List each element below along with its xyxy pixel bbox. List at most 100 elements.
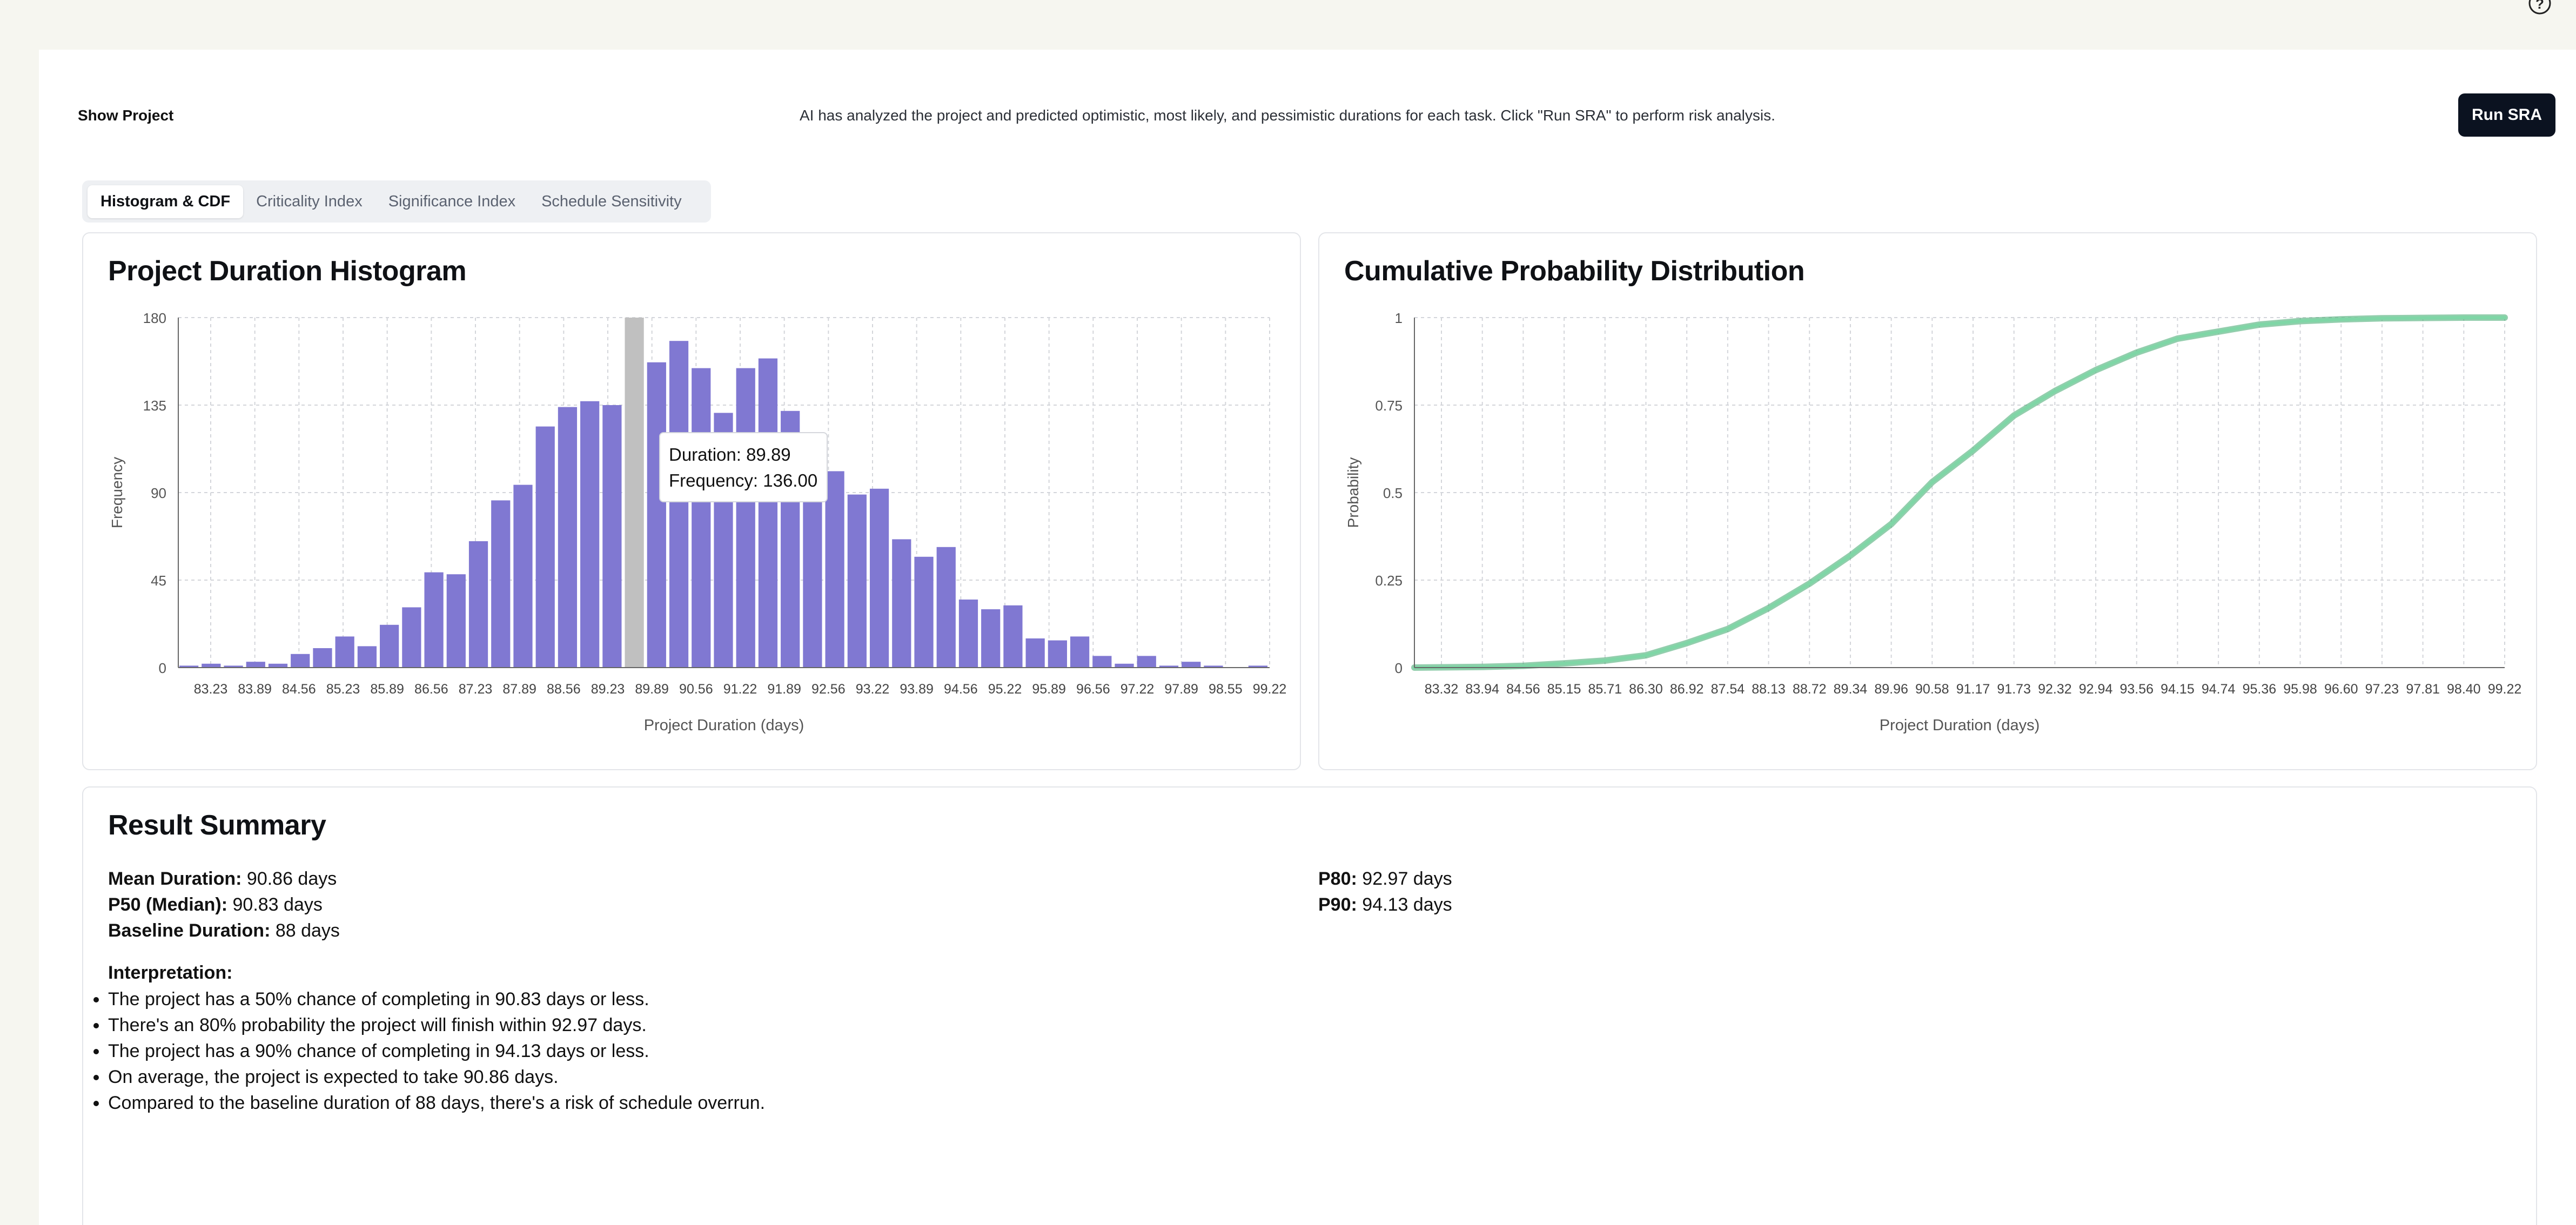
histogram-bar — [758, 358, 778, 668]
cdf-point — [2339, 318, 2343, 321]
histogram-bar — [424, 572, 444, 668]
x-tick-label: 88.56 — [547, 682, 581, 697]
tab-schedule-sensitivity[interactable]: Schedule Sensitivity — [528, 185, 695, 218]
cdf-point — [1848, 554, 1852, 557]
y-axis-title: Frequency — [109, 457, 125, 528]
cdf-point — [2257, 322, 2261, 326]
list-item: There's an 80% probability the project w… — [108, 1012, 765, 1038]
y-tick-label: 0.75 — [1375, 398, 1403, 414]
x-tick-label: 98.55 — [1209, 682, 1243, 697]
y-tick-label: 0.5 — [1383, 485, 1403, 501]
cdf-point — [1603, 659, 1607, 663]
x-tick-label: 83.32 — [1425, 682, 1459, 697]
histogram-bar — [202, 663, 221, 668]
histogram-bar — [1048, 640, 1067, 668]
interpretation-list: The project has a 50% chance of completi… — [108, 986, 765, 1116]
x-tick-label: 93.22 — [856, 682, 890, 697]
histogram-bar — [625, 318, 644, 668]
x-tick-label: 90.56 — [679, 682, 713, 697]
x-tick-label: 93.89 — [900, 682, 934, 697]
y-tick-label: 0 — [1395, 660, 1403, 676]
histogram-bar — [268, 663, 288, 668]
list-item: The project has a 50% chance of completi… — [108, 986, 765, 1012]
histogram-bar — [869, 488, 889, 668]
histogram-bar — [736, 368, 755, 668]
chart-tooltip: Duration: 89.89 Frequency: 136.00 — [659, 432, 828, 502]
x-tick-label: 97.23 — [2365, 682, 2399, 697]
x-tick-label: 95.89 — [1032, 682, 1066, 697]
x-tick-label: 95.36 — [2243, 682, 2277, 697]
x-tick-label: 88.13 — [1752, 682, 1786, 697]
x-tick-label: 83.94 — [1465, 682, 1499, 697]
run-sra-button[interactable]: Run SRA — [2458, 93, 2555, 137]
x-tick-label: 92.94 — [2079, 682, 2113, 697]
histogram-bar — [291, 654, 310, 668]
cdf-chart: 0 0.25 0.5 0.75 1 83.32 83.94 84.56 85.15 85.71 86… — [1345, 310, 2522, 734]
cdf-point — [1889, 522, 1893, 526]
histogram-bar — [335, 636, 354, 668]
ai-analysis-message: AI has analyzed the project and predicte… — [800, 107, 1775, 124]
histogram-bar — [892, 539, 911, 668]
x-tick-label: 97.22 — [1121, 682, 1155, 697]
cdf-point — [2053, 389, 2057, 393]
histogram-bar — [1092, 656, 1112, 668]
x-tick-label: 88.72 — [1793, 682, 1827, 697]
help-circle-icon[interactable]: ? — [2527, 0, 2552, 15]
x-tick-label: 85.15 — [1547, 682, 1581, 697]
tooltip-duration: Duration: 89.89 — [669, 445, 791, 465]
histogram-bar — [357, 646, 377, 668]
histogram-bar — [825, 471, 844, 668]
x-axis-title: Project Duration (days) — [1880, 717, 2040, 734]
svg-text:?: ? — [2535, 0, 2544, 12]
histogram-bar — [692, 368, 711, 668]
cdf-point — [1971, 449, 1975, 453]
cdf-point — [1930, 480, 1934, 484]
histogram-bar — [1115, 663, 1134, 668]
histogram-bar — [535, 426, 555, 668]
x-tick-label: 99.22 — [2488, 682, 2522, 697]
histogram-bar — [380, 624, 399, 668]
y-tick-label: 0.25 — [1375, 573, 1403, 589]
list-item: Compared to the baseline duration of 88 … — [108, 1090, 765, 1116]
y-tick-label: 90 — [151, 485, 166, 501]
cdf-point — [2176, 336, 2179, 340]
histogram-bar — [402, 607, 421, 668]
histogram-bar — [981, 609, 1001, 668]
x-tick-label: 90.58 — [1915, 682, 1949, 697]
y-tick-label: 180 — [143, 310, 166, 326]
x-axis-title: Project Duration (days) — [644, 717, 804, 734]
cdf-point — [1521, 664, 1525, 668]
y-tick-label: 0 — [159, 660, 166, 676]
x-tick-label: 89.34 — [1834, 682, 1868, 697]
histogram-bar — [958, 600, 978, 668]
x-tick-label: 87.89 — [502, 682, 536, 697]
cdf-point — [2217, 329, 2221, 333]
p50-median: P50 (Median): 90.83 days — [108, 894, 323, 915]
y-axis-title: Probability — [1345, 457, 1361, 528]
cdf-point — [2462, 316, 2466, 319]
histogram-bar — [602, 405, 622, 668]
tab-histogram-cdf[interactable]: Histogram & CDF — [88, 185, 244, 218]
histogram-bar — [669, 341, 689, 668]
histogram-bar — [580, 401, 600, 668]
p90-value: P90: 94.13 days — [1318, 894, 1452, 915]
cdf-point — [2135, 351, 2138, 354]
x-tick-label: 98.40 — [2447, 682, 2481, 697]
summary-title: Result Summary — [108, 810, 326, 841]
histogram-bar — [513, 484, 533, 668]
show-project-link[interactable]: Show Project — [78, 107, 173, 124]
tab-criticality-index[interactable]: Criticality Index — [243, 185, 375, 218]
x-tick-label: 97.81 — [2406, 682, 2440, 697]
tab-significance-index[interactable]: Significance Index — [375, 185, 528, 218]
cdf-point — [1685, 641, 1689, 645]
cdf-point — [2421, 316, 2425, 320]
y-tick-label: 1 — [1395, 310, 1403, 326]
histogram-bar — [468, 541, 488, 668]
x-tick-label: 89.23 — [591, 682, 625, 697]
cdf-point — [1767, 606, 1770, 610]
histogram-bar — [446, 574, 466, 668]
cdf-point — [1562, 662, 1566, 665]
x-tick-label: 83.23 — [194, 682, 228, 697]
histogram-bar — [558, 407, 578, 668]
x-tick-label: 86.56 — [414, 682, 448, 697]
